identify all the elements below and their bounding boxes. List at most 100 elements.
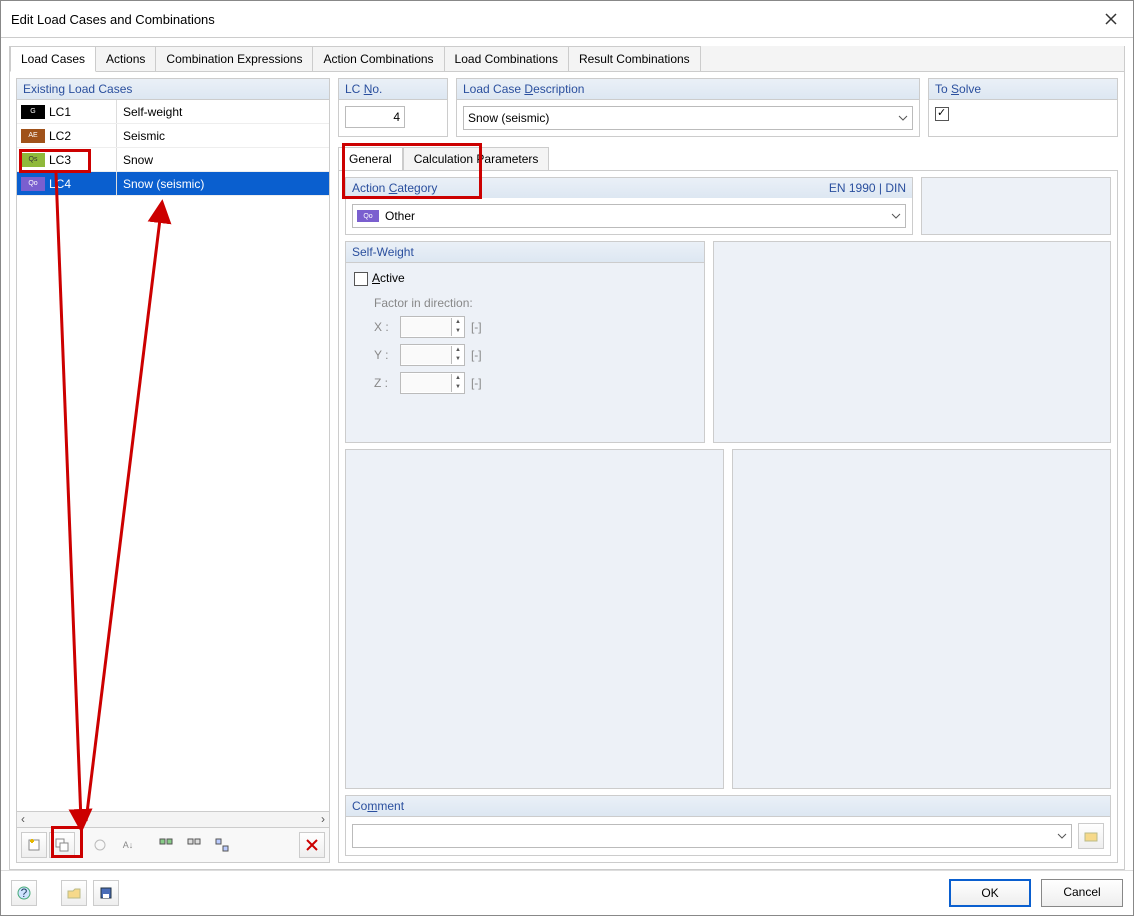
axis-z-unit: [-] <box>471 376 482 390</box>
category-badge: Qo <box>21 177 45 191</box>
right-pane: LC No. Load Case Description Snow (seism… <box>338 78 1118 863</box>
action-category-group: Action Category EN 1990 | DIN Qo Other <box>345 177 913 235</box>
chevron-down-icon <box>898 113 908 123</box>
comment-pick-button[interactable] <box>1078 823 1104 849</box>
toolbar-btn-4[interactable]: A↓ <box>115 832 141 858</box>
action-category-combo[interactable]: Qo Other <box>352 204 906 228</box>
to-solve-label: To Solve <box>935 82 981 96</box>
table-row[interactable]: Qo LC4 Snow (seismic) <box>17 172 329 196</box>
lc-desc-value: Snow (seismic) <box>468 111 549 125</box>
toolbar-btn-7[interactable] <box>209 832 235 858</box>
delete-icon <box>305 838 319 852</box>
close-icon <box>1105 13 1117 25</box>
tab-load-cases[interactable]: Load Cases <box>10 46 96 72</box>
save-button[interactable] <box>93 880 119 906</box>
dialog-button-bar: ? OK Cancel <box>1 870 1133 915</box>
placeholder-top-right <box>921 177 1111 235</box>
self-weight-active-checkbox[interactable] <box>354 272 368 286</box>
tab-result-combinations[interactable]: Result Combinations <box>569 46 701 71</box>
scroll-right-icon[interactable]: › <box>321 812 325 827</box>
folder-icon <box>1084 829 1098 843</box>
lc-desc: Snow (seismic) <box>117 177 329 191</box>
lc-no-input[interactable] <box>345 106 405 128</box>
subtab-calc-params[interactable]: Calculation Parameters <box>403 147 550 170</box>
new-icon <box>27 838 41 852</box>
sort-icon: A↓ <box>123 840 134 850</box>
delete-lc-button[interactable] <box>299 832 325 858</box>
copy-lc-button[interactable] <box>49 832 75 858</box>
category-badge: Qs <box>21 153 45 167</box>
titlebar: Edit Load Cases and Combinations <box>1 1 1133 38</box>
to-solve-group: To Solve <box>928 78 1118 137</box>
table-row[interactable]: G LC1 Self-weight <box>17 100 329 124</box>
open-button[interactable] <box>61 880 87 906</box>
axis-z-label: Z : <box>374 376 394 390</box>
main-panel: Load Cases Actions Combination Expressio… <box>9 46 1125 870</box>
main-tabs: Load Cases Actions Combination Expressio… <box>10 46 1124 72</box>
toolbar-btn-3[interactable] <box>87 832 113 858</box>
factor-z-input[interactable]: ▲▼ <box>400 372 465 394</box>
table-row[interactable]: Qs LC3 Snow <box>17 148 329 172</box>
placeholder-lower-left <box>345 449 724 789</box>
load-case-list[interactable]: G LC1 Self-weight AE LC2 Seismic <box>17 100 329 811</box>
cancel-button[interactable]: Cancel <box>1041 879 1123 907</box>
content-area: Existing Load Cases G LC1 Self-weight AE… <box>10 72 1124 869</box>
factor-x-input[interactable]: ▲▼ <box>400 316 465 338</box>
factor-label: Factor in direction: <box>374 296 696 310</box>
tab-load-combinations[interactable]: Load Combinations <box>445 46 569 71</box>
axis-x-unit: [-] <box>471 320 482 334</box>
action-category-value: Other <box>385 209 415 223</box>
svg-text:?: ? <box>21 886 28 900</box>
lower-placeholders <box>345 449 1111 789</box>
copy-icon <box>55 838 69 852</box>
right-top-row: LC No. Load Case Description Snow (seism… <box>338 78 1118 137</box>
comment-label: Comment <box>352 799 404 813</box>
lc-no-label: LC No. <box>345 82 382 96</box>
scroll-left-icon[interactable]: ‹ <box>21 812 25 827</box>
lc-no-group: LC No. <box>338 78 448 137</box>
lc-desc-group: Load Case Description Snow (seismic) <box>456 78 920 137</box>
tab-actions[interactable]: Actions <box>96 46 156 71</box>
lc-desc: Self-weight <box>117 105 329 119</box>
action-category-standard: EN 1990 | DIN <box>829 181 906 195</box>
axis-x-label: X : <box>374 320 394 334</box>
table-row[interactable]: AE LC2 Seismic <box>17 124 329 148</box>
existing-load-cases-header: Existing Load Cases <box>17 79 329 100</box>
placeholder-lower-right <box>732 449 1111 789</box>
subtab-container: General Calculation Parameters Action Ca… <box>338 143 1118 863</box>
grid-icon <box>215 838 229 852</box>
factor-y-input[interactable]: ▲▼ <box>400 344 465 366</box>
help-button[interactable]: ? <box>11 880 37 906</box>
axis-y-unit: [-] <box>471 348 482 362</box>
lc-id: LC3 <box>49 153 71 167</box>
to-solve-checkbox[interactable] <box>935 107 949 121</box>
window-title: Edit Load Cases and Combinations <box>11 12 215 27</box>
subtab-general[interactable]: General <box>338 147 403 170</box>
comment-combo[interactable] <box>352 824 1072 848</box>
action-category-label: Action Category <box>352 181 437 195</box>
uncheck-all-icon <box>187 838 201 852</box>
lc-id: LC1 <box>49 105 71 119</box>
save-icon <box>99 886 113 900</box>
comment-group: Comment <box>345 795 1111 856</box>
lc-id: LC4 <box>49 177 71 191</box>
toolbar-btn-6[interactable] <box>181 832 207 858</box>
self-weight-active-label: ctive <box>380 271 405 285</box>
category-badge: AE <box>21 129 45 143</box>
horizontal-scrollbar[interactable]: ‹ › <box>17 811 329 827</box>
self-weight-group: Self-Weight Active Factor in direction: … <box>345 241 705 443</box>
dialog-window: Edit Load Cases and Combinations Load Ca… <box>0 0 1134 916</box>
lc-id: LC2 <box>49 129 71 143</box>
placeholder-mid-right <box>713 241 1111 443</box>
new-lc-button[interactable] <box>21 832 47 858</box>
close-button[interactable] <box>1099 7 1123 31</box>
tab-combination-expressions[interactable]: Combination Expressions <box>156 46 313 71</box>
lc-desc-combo[interactable]: Snow (seismic) <box>463 106 913 130</box>
category-badge: G <box>21 105 45 119</box>
gear-icon <box>93 838 107 852</box>
tab-action-combinations[interactable]: Action Combinations <box>313 46 444 71</box>
lc-desc: Snow <box>117 153 329 167</box>
ok-button[interactable]: OK <box>949 879 1031 907</box>
toolbar-btn-5[interactable] <box>153 832 179 858</box>
category-badge: Qo <box>357 210 379 222</box>
